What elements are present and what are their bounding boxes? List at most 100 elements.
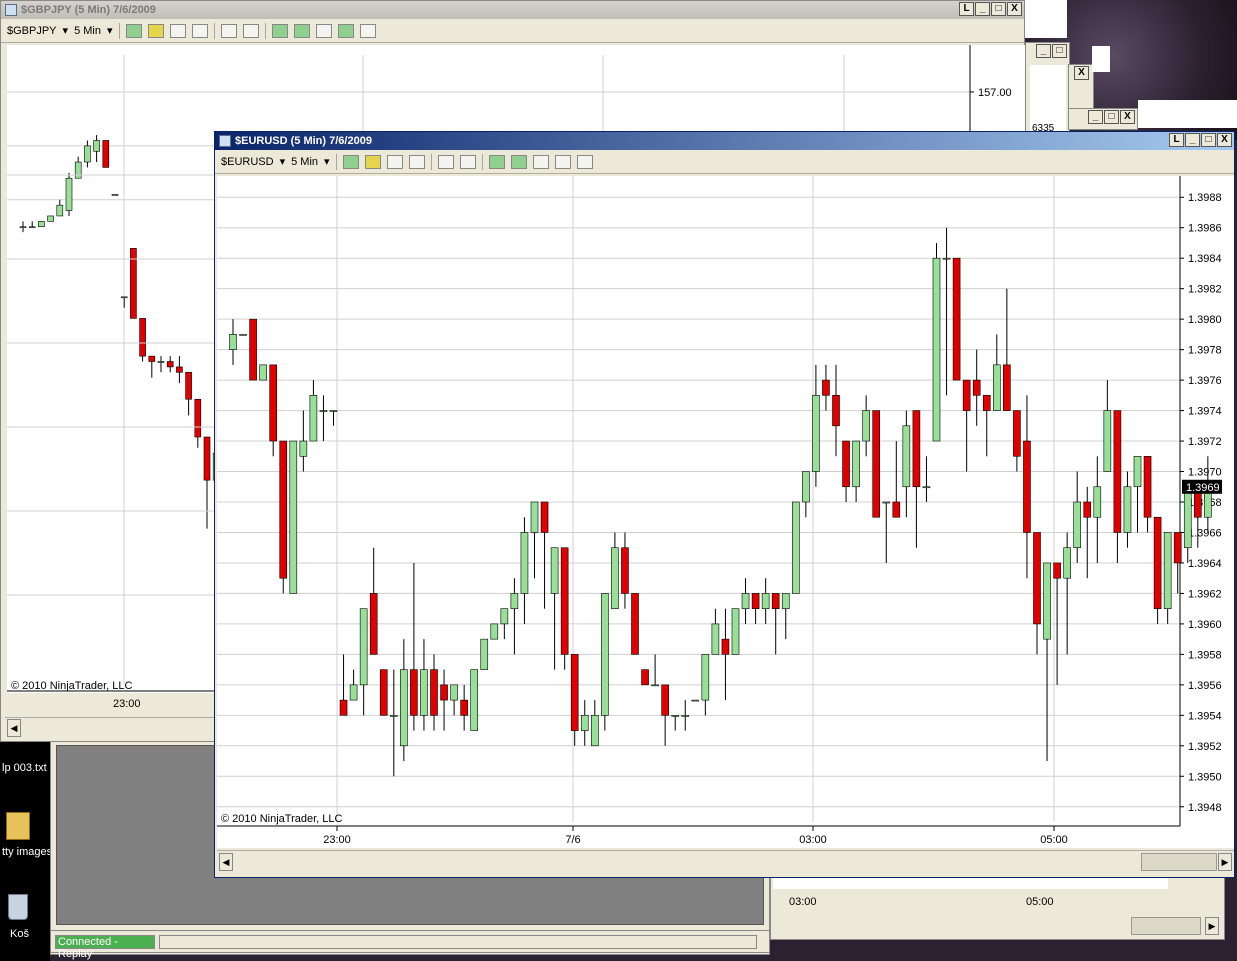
x-tick-label: 05:00 [1040,834,1068,846]
y-tick-label: 1.3982 [1188,284,1222,296]
x-tick-label: 7/6 [565,834,580,846]
candle-body [84,145,91,163]
time-axis-label: 23:00 [113,698,141,710]
chevron-down-icon[interactable]: ▾ [280,155,286,168]
y-tick-label: 1.3960 [1188,619,1222,631]
horizontal-scrollbar[interactable]: ◀ ▶ [217,850,1234,875]
candle-body [1043,562,1051,640]
close-button[interactable]: X [1007,2,1022,16]
toolbar-separator [118,22,120,39]
candle-body [972,379,981,396]
blank-region [1092,46,1110,72]
zoom-out-icon[interactable] [191,23,208,38]
maximize-button[interactable]: □ [1052,44,1067,58]
properties-icon[interactable] [576,154,593,169]
candle-body [139,318,146,357]
candle-body [661,684,669,716]
indicator-icon[interactable] [532,154,549,169]
maximize-button[interactable]: □ [1201,133,1216,147]
scroll-left-button[interactable]: ◀ [219,853,233,871]
desktop-icon-text-file[interactable]: lp 003.txt [2,762,47,774]
instrument-selector[interactable]: $GBPJPY [7,25,57,37]
toolbar-separator [213,22,215,39]
desktop-icon-folder-label[interactable]: tty images [2,846,52,858]
period-selector[interactable]: 5 Min [291,156,318,168]
toolbar-separator [430,153,432,170]
y-tick-label: 1.3970 [1188,467,1222,479]
candle-body [359,608,368,686]
drawing-tool-icon[interactable] [147,23,164,38]
cursor-icon[interactable] [220,23,237,38]
candle-body [390,715,398,717]
candle-body [369,593,378,655]
indicator-icon[interactable] [315,23,332,38]
cursor-icon[interactable] [437,154,454,169]
minimize-button[interactable]: _ [1088,110,1103,124]
candle-body [269,364,278,442]
strategy-icon[interactable] [510,154,527,169]
order-entry-icon[interactable] [488,154,505,169]
instrument-selector[interactable]: $EURUSD [221,156,274,168]
candle-body [681,715,690,717]
candle-body [1093,486,1102,518]
candle-body [1053,562,1061,579]
zoom-out-icon[interactable] [408,154,425,169]
bar-type-icon[interactable] [342,154,359,169]
candle-body [802,471,810,503]
drawing-tool-icon[interactable] [364,154,381,169]
candle-body [751,593,760,609]
last-price-label: 1.3969 [1186,482,1220,494]
horizontal-scrollbar[interactable]: ◀ [5,717,217,740]
folder-icon[interactable] [6,812,30,840]
zoom-in-icon[interactable] [169,23,186,38]
bar-type-icon[interactable] [125,23,142,38]
link-button[interactable]: L [1169,133,1184,147]
y-tick-label: 1.3958 [1188,649,1222,661]
maximize-button[interactable]: □ [991,2,1006,16]
close-button[interactable]: X [1074,66,1089,80]
minimize-button[interactable]: _ [1185,133,1200,147]
recycle-bin-icon[interactable] [8,894,28,920]
minimize-button[interactable]: _ [1036,44,1051,58]
candle-body [922,486,931,489]
chevron-down-icon[interactable]: ▾ [107,24,113,37]
scroll-left-button[interactable]: ◀ [7,719,21,737]
dollar-icon[interactable] [337,23,354,38]
close-button[interactable]: X [1120,110,1135,124]
toolbar-separator [264,22,266,39]
dollar-icon[interactable] [554,154,571,169]
scrollbar-thumb[interactable] [1141,853,1217,871]
period-selector[interactable]: 5 Min [74,25,101,37]
stacked-chart-window-1[interactable]: _ □ 6335 [1025,42,1070,143]
zoom-in-icon[interactable] [386,154,403,169]
close-button[interactable]: X [1217,133,1232,147]
window-titlebar[interactable]: $EURUSD (5 Min) 7/6/2009 L _ □ X [215,132,1234,150]
lower-chart-window[interactable]: 03:00 05:00 ▶ [770,870,1225,940]
window-titlebar[interactable]: $GBPJPY (5 Min) 7/6/2009 L _ □ X [1,1,1024,19]
magnifier-icon[interactable] [242,23,259,38]
eurusd-chart-window[interactable]: $EURUSD (5 Min) 7/6/2009 L _ □ X $EURUSD… [214,131,1235,878]
candle-body [691,699,700,702]
candle-body [651,684,659,687]
stacked-chart-window-3[interactable]: _ □ X [1068,108,1138,130]
magnifier-icon[interactable] [459,154,476,169]
candle-body [102,140,110,168]
candle-body [1163,532,1172,609]
scroll-right-button[interactable]: ▶ [1218,853,1232,871]
candle-body [185,372,192,400]
candle-body [74,161,82,179]
chevron-down-icon[interactable]: ▾ [63,24,69,37]
minimize-button[interactable]: _ [975,2,990,16]
desktop-icon-recycle-bin-label[interactable]: Koš [10,928,29,940]
eurusd-chart: 1.3988 1.3986 1.3984 1.3982 1.3980 1.3978 1.39… [217,172,1222,846]
link-button[interactable]: L [959,2,974,16]
chevron-down-icon[interactable]: ▾ [324,155,330,168]
maximize-button[interactable]: □ [1104,110,1119,124]
candle-body [203,436,211,481]
scrollbar-thumb[interactable] [1131,917,1201,935]
candle-body [601,593,609,716]
scroll-right-button[interactable]: ▶ [1205,917,1219,935]
strategy-icon[interactable] [293,23,310,38]
order-entry-icon[interactable] [271,23,288,38]
properties-icon[interactable] [359,23,376,38]
